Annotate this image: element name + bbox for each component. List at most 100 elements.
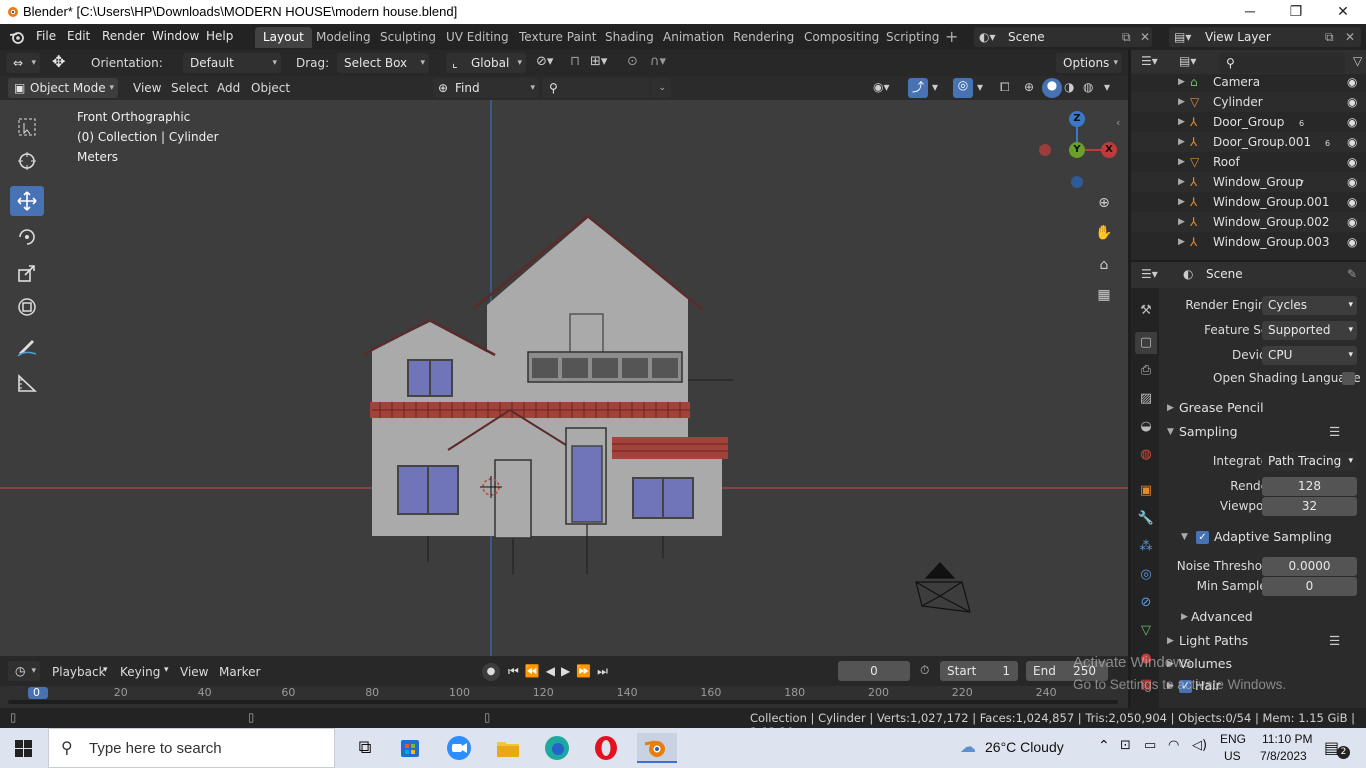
- object-menu[interactable]: Object: [251, 81, 290, 95]
- wireframe-shading-icon[interactable]: ⊕: [1024, 80, 1034, 94]
- timeline-editor-type[interactable]: ◷ ▾: [8, 661, 40, 681]
- rotate-tool[interactable]: [10, 222, 44, 252]
- snap-target-icon[interactable]: ⊞▾: [590, 54, 607, 69]
- transform-orientation-dropdown[interactable]: ⌞ Global ▾: [446, 53, 526, 73]
- viewport-search-input[interactable]: ⚲: [542, 78, 650, 98]
- visibility-eye-icon[interactable]: ◉: [1347, 132, 1357, 152]
- preview-range-icon[interactable]: ⏱: [920, 663, 929, 678]
- tool-tab-icon[interactable]: ⚒: [1135, 300, 1157, 322]
- menu-render[interactable]: Render: [102, 29, 145, 43]
- zoom-app-icon[interactable]: [441, 733, 481, 763]
- outliner-item[interactable]: ▶ ▽ Roof ◉: [1131, 152, 1366, 172]
- solid-shading-icon[interactable]: ●: [1042, 78, 1062, 98]
- expand-arrow-icon[interactable]: ▶: [1178, 232, 1185, 252]
- playback-menu[interactable]: Playback: [52, 665, 106, 679]
- output-tab-icon[interactable]: ⎙: [1135, 360, 1157, 382]
- camera-view-icon[interactable]: ⌂: [1093, 257, 1115, 279]
- object-tab-icon[interactable]: ▣: [1135, 480, 1157, 502]
- menu-window[interactable]: Window: [152, 29, 199, 43]
- expand-arrow-icon[interactable]: ▶: [1178, 192, 1185, 212]
- file-explorer-icon[interactable]: [490, 733, 530, 763]
- adaptive-sampling-checkbox[interactable]: ✓: [1196, 531, 1209, 544]
- outliner-search-input[interactable]: ⚲: [1219, 53, 1345, 73]
- outliner-item[interactable]: ▶ ⅄ Window_Group 7 ◉: [1131, 172, 1366, 192]
- find-materials-dropdown[interactable]: ⊕Find Materials▾: [433, 78, 539, 115]
- expand-arrow-icon[interactable]: ▶: [1178, 112, 1185, 132]
- menu-edit[interactable]: Edit: [67, 29, 90, 43]
- task-view-icon[interactable]: ⧉: [345, 733, 385, 763]
- xray-icon[interactable]: ⧠: [1000, 80, 1010, 95]
- shading-dropdown-icon[interactable]: ▾: [1104, 80, 1110, 94]
- integrator-dropdown[interactable]: Path Tracing ▾: [1262, 452, 1357, 471]
- remove-view-layer-icon[interactable]: ✕: [1345, 27, 1355, 47]
- modifier-tab-icon[interactable]: 🔧: [1135, 508, 1157, 530]
- sampling-section[interactable]: ▼ Sampling ☰: [1159, 420, 1366, 444]
- windows-start-icon[interactable]: [15, 740, 32, 757]
- marker-menu[interactable]: Marker: [219, 665, 260, 679]
- filter-dropdown[interactable]: ⌄: [651, 78, 671, 98]
- data-tab-icon[interactable]: ▽: [1135, 620, 1157, 642]
- timeline-view-menu[interactable]: View: [180, 665, 208, 679]
- outliner-item[interactable]: ▶ ⌂ Camera ◉: [1131, 72, 1366, 92]
- expand-arrow-icon[interactable]: ▶: [1178, 212, 1185, 232]
- y-axis-icon[interactable]: Y: [1069, 142, 1085, 158]
- navigation-gizmo[interactable]: Z Y X: [1030, 110, 1125, 190]
- outliner-filter-icon[interactable]: ▽: [1353, 54, 1362, 68]
- workspace-tab-texture-paint[interactable]: Texture Paint: [511, 27, 604, 48]
- outliner-item[interactable]: ▶ ⅄ Window_Group.001 ◉: [1131, 192, 1366, 212]
- outliner-item[interactable]: ▶ ⅄ Window_Group.002 ◉: [1131, 212, 1366, 232]
- gizmo-dropdown-icon[interactable]: ▾: [932, 80, 938, 94]
- feature-set-dropdown[interactable]: Supported ▾: [1262, 321, 1357, 340]
- outliner-item[interactable]: ▶ ⅄ Door_Group 6 ◉: [1131, 112, 1366, 132]
- light-paths-presets-icon[interactable]: ☰: [1329, 629, 1340, 653]
- workspace-tab-shading[interactable]: Shading: [597, 27, 662, 48]
- drag-dropdown[interactable]: Select Box ▾: [337, 53, 429, 73]
- timeline-scrollbar[interactable]: [8, 700, 1118, 704]
- physics-tab-icon[interactable]: ◎: [1135, 564, 1157, 586]
- measure-tool[interactable]: [10, 368, 44, 398]
- overlays-toggle-icon[interactable]: ◎: [953, 78, 973, 98]
- ortho-grid-icon[interactable]: ▦: [1093, 287, 1115, 309]
- world-tab-icon[interactable]: ◍: [1135, 444, 1157, 466]
- display-mode-icon[interactable]: ▤▾: [1179, 54, 1196, 68]
- expand-arrow-icon[interactable]: ▶: [1178, 132, 1185, 152]
- proportional-edit-icon[interactable]: ⊙: [627, 54, 638, 69]
- device-dropdown[interactable]: CPU ▾: [1262, 346, 1357, 365]
- taskbar-search-box[interactable]: ⚲ Type here to search: [48, 728, 335, 768]
- view-layer-selector[interactable]: View Layer ▤▾ ⧉ ✕: [1169, 27, 1361, 47]
- x-axis-icon[interactable]: X: [1101, 142, 1117, 158]
- volume-icon[interactable]: ◁): [1192, 738, 1207, 753]
- select-box-tool[interactable]: [10, 112, 44, 142]
- constraints-tab-icon[interactable]: ⊘: [1135, 592, 1157, 614]
- battery-icon[interactable]: ▭: [1144, 738, 1156, 753]
- blender-menu-icon[interactable]: [9, 30, 25, 44]
- visibility-eye-icon[interactable]: ◉: [1347, 212, 1357, 232]
- view-menu[interactable]: View: [133, 81, 161, 95]
- outliner-editor-type-icon[interactable]: ☰▾: [1141, 54, 1158, 68]
- cursor-tool[interactable]: [10, 146, 44, 176]
- zoom-icon[interactable]: ⊕: [1093, 195, 1115, 217]
- weather-cloud-icon[interactable]: ☁: [960, 737, 976, 756]
- move-tool[interactable]: [10, 186, 44, 216]
- render-samples-field[interactable]: 128: [1262, 477, 1357, 496]
- workspace-tab-scripting[interactable]: Scripting: [878, 27, 947, 48]
- visibility-eye-icon[interactable]: ◉: [1347, 112, 1357, 132]
- workspace-tab-uv-editing[interactable]: UV Editing: [438, 27, 517, 48]
- visibility-eye-icon[interactable]: ◉: [1347, 232, 1357, 252]
- menu-file[interactable]: File: [36, 29, 56, 43]
- new-scene-icon[interactable]: ⧉: [1122, 27, 1131, 47]
- workspace-tab-layout[interactable]: Layout: [255, 27, 312, 48]
- falloff-icon[interactable]: ∩▾: [650, 54, 666, 69]
- scene-tab-icon[interactable]: ◒: [1135, 416, 1157, 438]
- close-button[interactable]: ✕: [1320, 0, 1366, 24]
- osl-checkbox[interactable]: [1342, 372, 1355, 385]
- scale-tool[interactable]: [10, 258, 44, 288]
- workspace-tab-rendering[interactable]: Rendering: [725, 27, 802, 48]
- add-workspace-icon[interactable]: +: [945, 27, 958, 46]
- visibility-eye-icon[interactable]: ◉: [1347, 152, 1357, 172]
- grease-pencil-section[interactable]: ▶ Grease Pencil: [1159, 396, 1366, 420]
- visibility-eye-icon[interactable]: ◉: [1347, 192, 1357, 212]
- timeline-ruler[interactable]: 0 20 40 60 80 100 120 140 160 180 200 220 240: [0, 686, 1128, 708]
- orientation-dropdown[interactable]: Default ▾: [183, 53, 281, 73]
- overlays-dropdown-icon[interactable]: ▾: [977, 80, 983, 94]
